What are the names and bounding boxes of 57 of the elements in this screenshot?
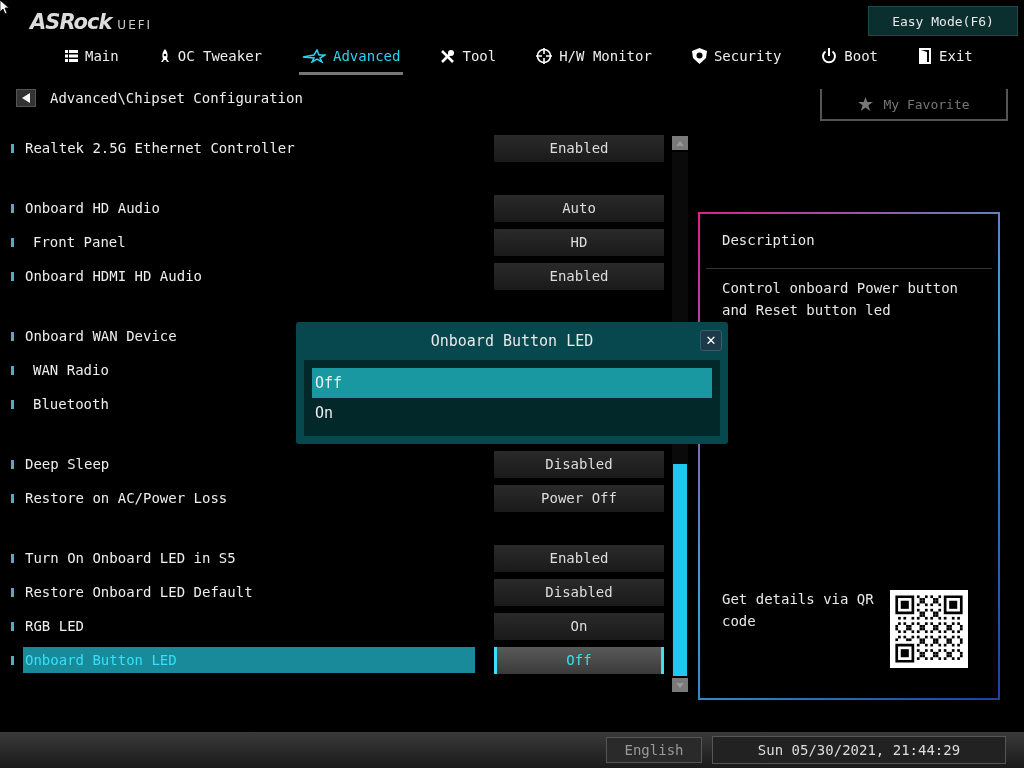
crosshair-icon [536, 48, 553, 64]
setting-label[interactable]: Front Panel [23, 229, 126, 255]
dialog-title: Onboard Button LED [430, 332, 594, 350]
nav-tab[interactable]: OC Tweaker [155, 40, 265, 75]
setting-label[interactable]: RGB LED [23, 613, 84, 639]
nav-tab[interactable]: Advanced [299, 40, 404, 75]
description-text: Control onboard Power button and Reset button led [721, 279, 959, 320]
setting-label[interactable]: Restore Onboard LED Default [23, 579, 253, 605]
setting-label[interactable]: WAN Radio [23, 357, 109, 383]
setting-value[interactable]: Auto [494, 194, 664, 222]
setting-value[interactable]: Enabled [494, 262, 664, 290]
nav-tab[interactable]: Exit [915, 40, 976, 75]
qr-hint-text: Get details via QR code [722, 590, 875, 631]
language-button[interactable]: English [606, 737, 702, 763]
setting-value[interactable]: Power Off [494, 484, 664, 512]
setting-label[interactable]: Deep Sleep [23, 451, 110, 477]
nav-tab[interactable]: Main [62, 40, 122, 75]
setting-value[interactable]: Enabled [494, 544, 664, 572]
scroll-down-icon[interactable] [672, 678, 688, 692]
setting-label[interactable]: Onboard WAN Device [23, 323, 177, 349]
setting-value[interactable]: HD [494, 228, 664, 256]
setting-value[interactable]: Disabled [494, 578, 664, 606]
tools-icon [440, 48, 456, 64]
shield-icon [691, 48, 707, 64]
setting-label[interactable]: Turn On Onboard LED in S5 [23, 545, 236, 571]
star-icon [858, 97, 874, 111]
setting-label[interactable]: Onboard HDMI HD Audio [23, 263, 202, 289]
power-icon [821, 48, 838, 64]
my-favorite-button[interactable]: My Favorite [820, 89, 1008, 121]
nav-tab[interactable]: Security [688, 40, 785, 75]
setting-value[interactable]: Enabled [494, 134, 664, 162]
setting-label[interactable]: Bluetooth [23, 391, 109, 417]
easy-mode-button[interactable]: Easy Mode(F6) [868, 6, 1018, 36]
list-icon [65, 50, 78, 62]
mouse-cursor-icon [0, 0, 10, 14]
dialog-option[interactable]: On [312, 398, 712, 428]
close-button[interactable]: ✕ [700, 330, 722, 351]
nav-tab[interactable]: Boot [818, 40, 882, 75]
rocket-icon [158, 48, 171, 64]
nav-tab[interactable]: Tool [437, 40, 500, 75]
breadcrumb-path: Advanced\Chipset Configuration [50, 90, 304, 106]
setting-value[interactable]: On [494, 612, 664, 640]
nav-tab[interactable]: H/W Monitor [533, 40, 655, 75]
setting-label[interactable]: Restore on AC/Power Loss [23, 485, 228, 511]
setting-label[interactable]: Onboard HD Audio [23, 195, 160, 221]
scroll-up-icon[interactable] [672, 136, 688, 150]
left-arrow-icon [22, 93, 30, 103]
door-icon [918, 48, 933, 64]
star-icon [302, 49, 326, 63]
setting-value[interactable]: Disabled [494, 450, 664, 478]
date-time-display[interactable]: Sun 05/30/2021, 21:44:29 [712, 736, 1006, 764]
logo-text: ASRock [30, 10, 112, 34]
setting-label[interactable]: Realtek 2.5G Ethernet Controller [23, 135, 295, 161]
setting-value[interactable]: Off [494, 646, 664, 674]
logo-suffix: UEFI [117, 18, 153, 32]
back-button[interactable] [16, 89, 36, 107]
description-title: Description [721, 231, 816, 250]
